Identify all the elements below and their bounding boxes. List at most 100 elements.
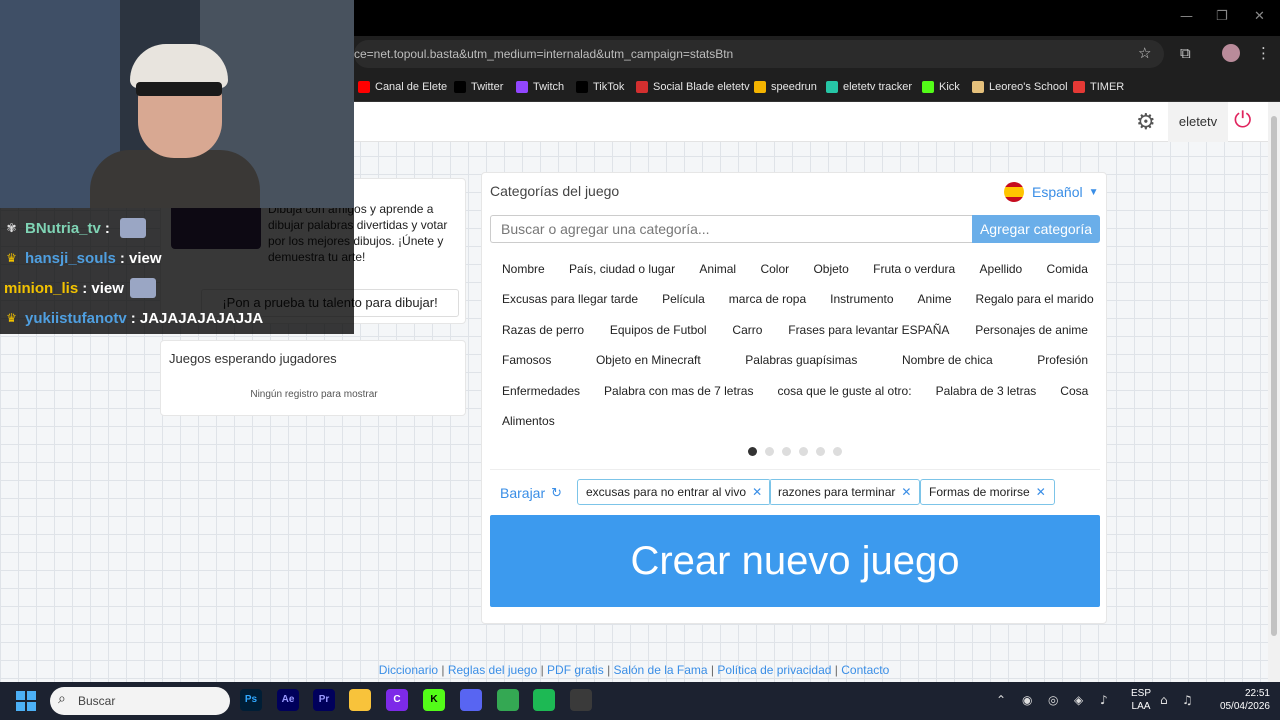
category-chip[interactable]: marca de ropa bbox=[717, 287, 818, 311]
defender-tray-icon[interactable]: ◈ bbox=[1074, 693, 1083, 707]
bookmark-label: Kick bbox=[939, 81, 960, 93]
category-chip[interactable]: Anime bbox=[906, 287, 964, 311]
bookmark-item[interactable]: eletetv tracker bbox=[826, 78, 912, 96]
power-icon[interactable]: ⏻ bbox=[1234, 108, 1251, 133]
pagination-dot[interactable] bbox=[833, 447, 842, 456]
category-chip[interactable]: Nombre de chica bbox=[890, 348, 1005, 372]
chrome-icon[interactable] bbox=[497, 689, 519, 711]
category-chip[interactable]: País, ciudad o lugar bbox=[557, 257, 687, 281]
category-chip[interactable]: Objeto en Minecraft bbox=[584, 348, 713, 372]
network-icon[interactable]: ⌂ bbox=[1160, 693, 1168, 707]
bookmark-item[interactable]: Leoreo's School bbox=[972, 78, 1068, 96]
category-search-input[interactable] bbox=[490, 215, 972, 243]
bookmark-item[interactable]: Twitch bbox=[516, 78, 564, 96]
file-explorer-icon[interactable] bbox=[349, 689, 371, 711]
language-selector[interactable]: Español ▼ bbox=[1004, 181, 1099, 203]
add-category-button[interactable]: Agregar categoría bbox=[972, 215, 1100, 243]
kick-app-icon[interactable]: K bbox=[423, 689, 445, 711]
footer-link[interactable]: Reglas del juego bbox=[448, 663, 537, 677]
maximize-icon[interactable]: ❐ bbox=[1216, 9, 1228, 24]
url-bar[interactable]: ce=net.topoul.basta&utm_medium=internala… bbox=[354, 40, 1164, 68]
obs-icon[interactable] bbox=[570, 689, 592, 711]
windows-start-icon[interactable] bbox=[16, 691, 36, 711]
category-chip[interactable]: Película bbox=[650, 287, 717, 311]
remove-icon[interactable]: ✕ bbox=[901, 485, 911, 499]
close-icon[interactable]: ✕ bbox=[1254, 9, 1265, 24]
bookmark-item[interactable]: TikTok bbox=[576, 78, 624, 96]
bookmark-item[interactable]: speedrun bbox=[754, 78, 817, 96]
category-chip[interactable]: Apellido bbox=[968, 257, 1035, 281]
username-button[interactable]: eletetv bbox=[1168, 102, 1228, 142]
category-chip[interactable]: Personajes de anime bbox=[963, 318, 1100, 342]
menu-icon[interactable]: ⋮ bbox=[1256, 44, 1271, 62]
category-chip[interactable]: Profesión bbox=[1025, 348, 1100, 372]
bookmark-item[interactable]: Kick bbox=[922, 78, 960, 96]
pagination-dot[interactable] bbox=[748, 447, 757, 456]
category-chip[interactable]: Color bbox=[748, 257, 801, 281]
category-chip[interactable]: Nombre bbox=[490, 257, 557, 281]
category-chip[interactable]: Excusas para llegar tarde bbox=[490, 287, 650, 311]
category-chip[interactable]: Palabra de 3 letras bbox=[924, 379, 1049, 403]
remove-icon[interactable]: ✕ bbox=[752, 485, 762, 499]
create-game-button[interactable]: Crear nuevo juego bbox=[490, 515, 1100, 607]
minimize-icon[interactable]: — bbox=[1180, 9, 1193, 24]
category-chip[interactable]: Fruta o verdura bbox=[861, 257, 967, 281]
bookmark-item[interactable]: Canal de Elete bbox=[358, 78, 447, 96]
category-chip[interactable]: Carro bbox=[720, 318, 774, 342]
footer-link[interactable]: Política de privacidad bbox=[717, 663, 831, 677]
page-scrollbar[interactable] bbox=[1268, 102, 1280, 682]
bookmark-item[interactable]: Social Blade eletetv bbox=[636, 78, 750, 96]
category-chip[interactable]: Palabras guapísimas bbox=[733, 348, 869, 372]
canva-icon[interactable]: C bbox=[386, 689, 408, 711]
category-chip[interactable]: Regalo para el marido bbox=[964, 287, 1106, 311]
webcam-shirt bbox=[90, 150, 260, 208]
discord-tray-icon[interactable]: ◉ bbox=[1022, 693, 1032, 707]
category-chip[interactable]: Famosos bbox=[490, 348, 563, 372]
footer-link[interactable]: Diccionario bbox=[379, 663, 438, 677]
bookmark-star-icon[interactable]: ☆ bbox=[1138, 44, 1151, 62]
bookmark-item[interactable]: Twitter bbox=[454, 78, 503, 96]
gear-icon[interactable]: ⚙ bbox=[1136, 110, 1156, 135]
footer-link[interactable]: PDF gratis bbox=[547, 663, 604, 677]
category-chip[interactable]: Objeto bbox=[801, 257, 860, 281]
after-effects-icon[interactable]: Ae bbox=[277, 689, 299, 711]
category-chip[interactable]: Cosa bbox=[1048, 379, 1100, 403]
scrollbar-thumb[interactable] bbox=[1271, 116, 1277, 636]
category-chip[interactable]: Razas de perro bbox=[490, 318, 596, 342]
pagination-dot[interactable] bbox=[765, 447, 774, 456]
pagination-dot[interactable] bbox=[799, 447, 808, 456]
category-chip[interactable]: cosa que le guste al otro: bbox=[765, 379, 923, 403]
pagination-dot[interactable] bbox=[782, 447, 791, 456]
microphone-icon[interactable]: ♪ bbox=[1100, 693, 1108, 707]
pagination-dot[interactable] bbox=[816, 447, 825, 456]
category-chip[interactable]: Equipos de Futbol bbox=[598, 318, 719, 342]
category-chip[interactable]: Enfermedades bbox=[490, 379, 592, 403]
footer-link[interactable]: Salón de la Fama bbox=[614, 663, 708, 677]
photoshop-icon[interactable]: Ps bbox=[240, 689, 262, 711]
chevron-up-icon[interactable]: ⌃ bbox=[996, 693, 1006, 707]
discord-icon[interactable] bbox=[460, 689, 482, 711]
remove-icon[interactable]: ✕ bbox=[1036, 485, 1046, 499]
shuffle-button[interactable]: Barajar ↻ bbox=[500, 485, 562, 501]
volume-icon[interactable]: ♫ bbox=[1182, 693, 1193, 707]
system-clock[interactable]: 22:51 05/04/2026 bbox=[1200, 687, 1270, 713]
category-row: Excusas para llegar tarde Película marca d… bbox=[490, 287, 1100, 311]
url-text[interactable]: ce=net.topoul.basta&utm_medium=internala… bbox=[354, 47, 733, 61]
spotify-icon[interactable] bbox=[533, 689, 555, 711]
input-language-indicator[interactable]: ESP LAA bbox=[1126, 687, 1156, 713]
taskbar-search[interactable]: ⌕ Buscar bbox=[50, 687, 230, 715]
category-chip[interactable]: Instrumento bbox=[818, 287, 905, 311]
timer-icon bbox=[1073, 81, 1085, 93]
extensions-icon[interactable]: ⧉ bbox=[1180, 44, 1191, 62]
steam-tray-icon[interactable]: ◎ bbox=[1048, 693, 1058, 707]
clock-date: 05/04/2026 bbox=[1219, 701, 1270, 712]
footer-link[interactable]: Contacto bbox=[841, 663, 889, 677]
category-chip[interactable]: Palabra con mas de 7 letras bbox=[592, 379, 765, 403]
category-chip[interactable]: Animal bbox=[687, 257, 748, 281]
profile-avatar[interactable] bbox=[1222, 44, 1240, 62]
category-chip[interactable]: Comida bbox=[1035, 257, 1100, 281]
premiere-icon[interactable]: Pr bbox=[313, 689, 335, 711]
bookmark-item[interactable]: TIMER bbox=[1073, 78, 1124, 96]
category-chip[interactable]: Frases para levantar ESPAÑA bbox=[776, 318, 961, 342]
category-chip[interactable]: Alimentos bbox=[490, 409, 567, 433]
